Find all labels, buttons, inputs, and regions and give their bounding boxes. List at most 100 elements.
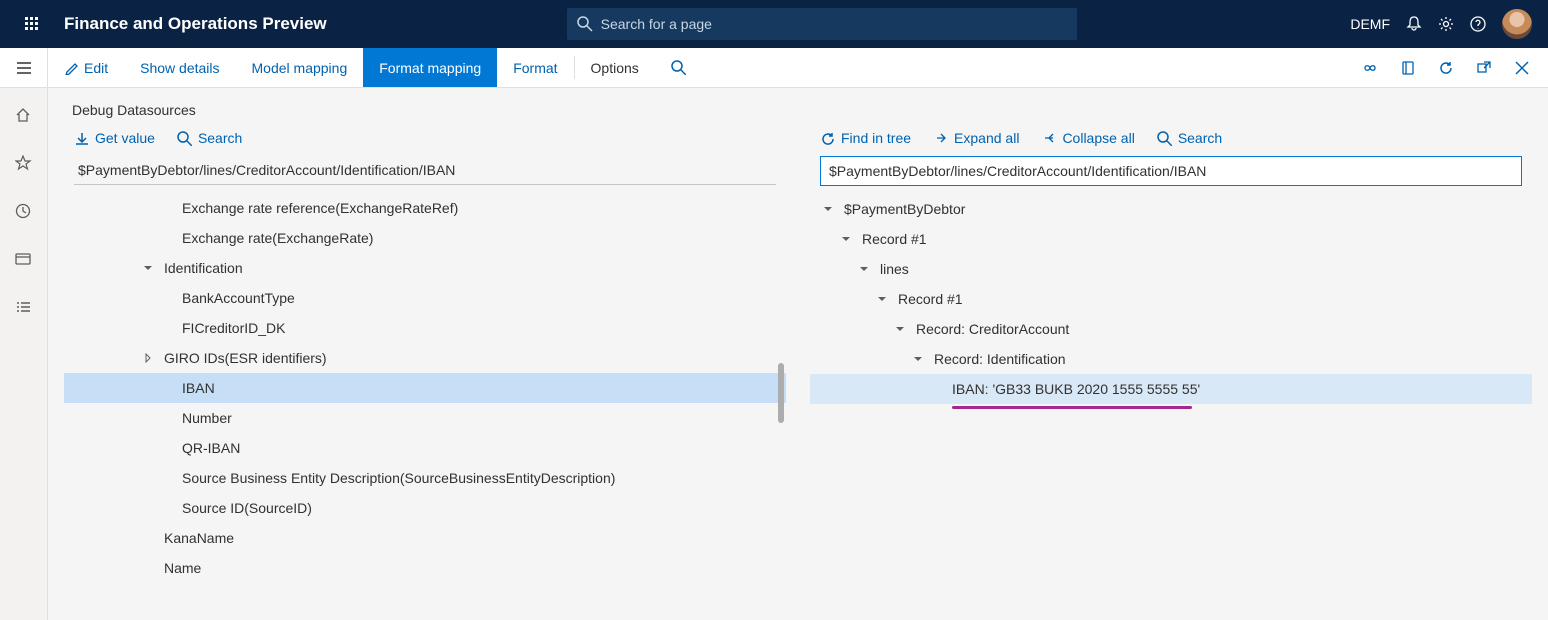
tree-node[interactable]: Exchange rate(ExchangeRate) <box>64 223 786 253</box>
show-details-button[interactable]: Show details <box>124 48 235 87</box>
nav-workspaces[interactable] <box>4 240 44 280</box>
tree-node[interactable]: Record #1 <box>810 284 1532 314</box>
popout-icon <box>1476 60 1492 76</box>
nav-recent[interactable] <box>4 192 44 232</box>
tree-node[interactable]: Record: Identification <box>810 344 1532 374</box>
company-picker[interactable]: DEMF <box>1350 16 1390 32</box>
tree-node-label: Record: CreditorAccount <box>916 321 1069 337</box>
tree-node[interactable]: Source Business Entity Description(Sourc… <box>64 463 786 493</box>
expand-icon <box>933 131 948 146</box>
nav-favorites[interactable] <box>4 144 44 184</box>
list-icon <box>15 299 33 317</box>
tree-node-label: Source ID(SourceID) <box>182 500 312 516</box>
model-mapping-button[interactable]: Model mapping <box>236 48 364 87</box>
action-pane: Edit Show details Model mapping Format m… <box>0 48 1548 88</box>
right-path-input[interactable]: $PaymentByDebtor/lines/CreditorAccount/I… <box>820 156 1522 186</box>
caret-down-icon <box>823 204 833 214</box>
tree-node[interactable]: GIRO IDs(ESR identifiers) <box>64 343 786 373</box>
global-header: Finance and Operations Preview DEMF <box>0 0 1548 48</box>
tree-node[interactable]: Identification <box>64 253 786 283</box>
app-title: Finance and Operations Preview <box>64 14 327 34</box>
collapse-icon <box>1041 131 1056 146</box>
tree-node[interactable]: BankAccountType <box>64 283 786 313</box>
tree-node-label: $PaymentByDebtor <box>844 201 965 217</box>
waffle-icon <box>25 17 39 31</box>
search-icon <box>177 131 192 146</box>
tree-node[interactable]: Number <box>64 403 786 433</box>
search-icon <box>1157 131 1172 146</box>
global-search[interactable] <box>567 8 1077 40</box>
right-search-button[interactable]: Search <box>1157 130 1222 146</box>
caret-down-icon <box>913 354 923 364</box>
refresh-icon <box>1438 60 1454 76</box>
expand-all-button[interactable]: Expand all <box>933 130 1019 146</box>
link-button[interactable] <box>1352 48 1388 88</box>
tree-node[interactable]: Record #1 <box>810 224 1532 254</box>
format-tree-panel: Get value Search $PaymentByDebtor/lines/… <box>64 126 786 612</box>
tree-node-label: Exchange rate(ExchangeRate) <box>182 230 373 246</box>
tree-node[interactable]: $PaymentByDebtor <box>810 194 1532 224</box>
edit-label: Edit <box>84 60 108 76</box>
settings-icon[interactable] <box>1438 16 1454 32</box>
tree-node[interactable]: Exchange rate reference(ExchangeRateRef) <box>64 193 786 223</box>
caret-down-icon <box>859 264 869 274</box>
refresh-button[interactable] <box>1428 48 1464 88</box>
attachments-button[interactable] <box>1390 48 1426 88</box>
right-tree[interactable]: $PaymentByDebtor Record #1linesRecord #1 R… <box>810 194 1532 612</box>
collapse-all-button[interactable]: Collapse all <box>1041 130 1134 146</box>
nav-modules[interactable] <box>4 288 44 328</box>
caret-down-icon <box>841 234 851 244</box>
format-mapping-button[interactable]: Format mapping <box>363 48 497 87</box>
tree-node[interactable]: Name <box>64 553 786 583</box>
ribbon-search-button[interactable] <box>655 48 708 87</box>
tree-node-label: Name <box>164 560 201 576</box>
book-icon <box>1400 60 1416 76</box>
get-value-button[interactable]: Get value <box>74 130 155 146</box>
tree-node[interactable]: Record: CreditorAccount <box>810 314 1532 344</box>
edit-button[interactable]: Edit <box>48 48 124 87</box>
left-tree[interactable]: Exchange rate reference(ExchangeRateRef)… <box>64 193 786 612</box>
caret-down-icon <box>143 263 153 273</box>
page-title: Debug Datasources <box>48 88 1548 126</box>
menu-icon <box>16 60 32 76</box>
tree-node-label: IBAN: 'GB33 BUKB 2020 1555 5555 55' <box>952 381 1200 397</box>
pencil-icon <box>64 61 78 75</box>
star-icon <box>15 155 33 173</box>
tree-node[interactable]: Source ID(SourceID) <box>64 493 786 523</box>
tree-node-label: GIRO IDs(ESR identifiers) <box>164 350 327 366</box>
app-launcher-button[interactable] <box>8 0 56 48</box>
tree-node-label: FICreditorID_DK <box>182 320 285 336</box>
tree-node-label: Source Business Entity Description(Sourc… <box>182 470 615 486</box>
caret-right-icon <box>143 353 153 363</box>
find-in-tree-button[interactable]: Find in tree <box>820 130 911 146</box>
data-tree-panel: Find in tree Expand all Collapse all Sea… <box>810 126 1532 612</box>
user-avatar[interactable] <box>1502 9 1532 39</box>
tree-node[interactable]: KanaName <box>64 523 786 553</box>
options-button[interactable]: Options <box>575 48 655 87</box>
tree-node[interactable]: lines <box>810 254 1532 284</box>
nav-toggle-button[interactable] <box>0 48 48 87</box>
search-icon <box>671 60 686 75</box>
tree-node-label: Identification <box>164 260 243 276</box>
left-search-button[interactable]: Search <box>177 130 242 146</box>
tree-node-label: KanaName <box>164 530 234 546</box>
tree-node[interactable]: FICreditorID_DK <box>64 313 786 343</box>
caret-down-icon <box>895 324 905 334</box>
notifications-icon[interactable] <box>1406 16 1422 32</box>
global-search-input[interactable] <box>601 16 1067 32</box>
scrollbar-thumb[interactable] <box>778 363 784 423</box>
tree-node-label: IBAN <box>182 380 215 396</box>
popout-button[interactable] <box>1466 48 1502 88</box>
close-icon <box>1514 60 1530 76</box>
format-button[interactable]: Format <box>497 48 573 87</box>
home-icon <box>15 107 33 125</box>
clock-icon <box>15 203 33 221</box>
caret-down-icon <box>877 294 887 304</box>
tree-node[interactable]: QR-IBAN <box>64 433 786 463</box>
card-icon <box>15 251 33 269</box>
nav-home[interactable] <box>4 96 44 136</box>
close-button[interactable] <box>1504 48 1540 88</box>
tree-node[interactable]: IBAN: 'GB33 BUKB 2020 1555 5555 55' <box>810 374 1532 404</box>
help-icon[interactable] <box>1470 16 1486 32</box>
tree-node[interactable]: IBAN <box>64 373 786 403</box>
